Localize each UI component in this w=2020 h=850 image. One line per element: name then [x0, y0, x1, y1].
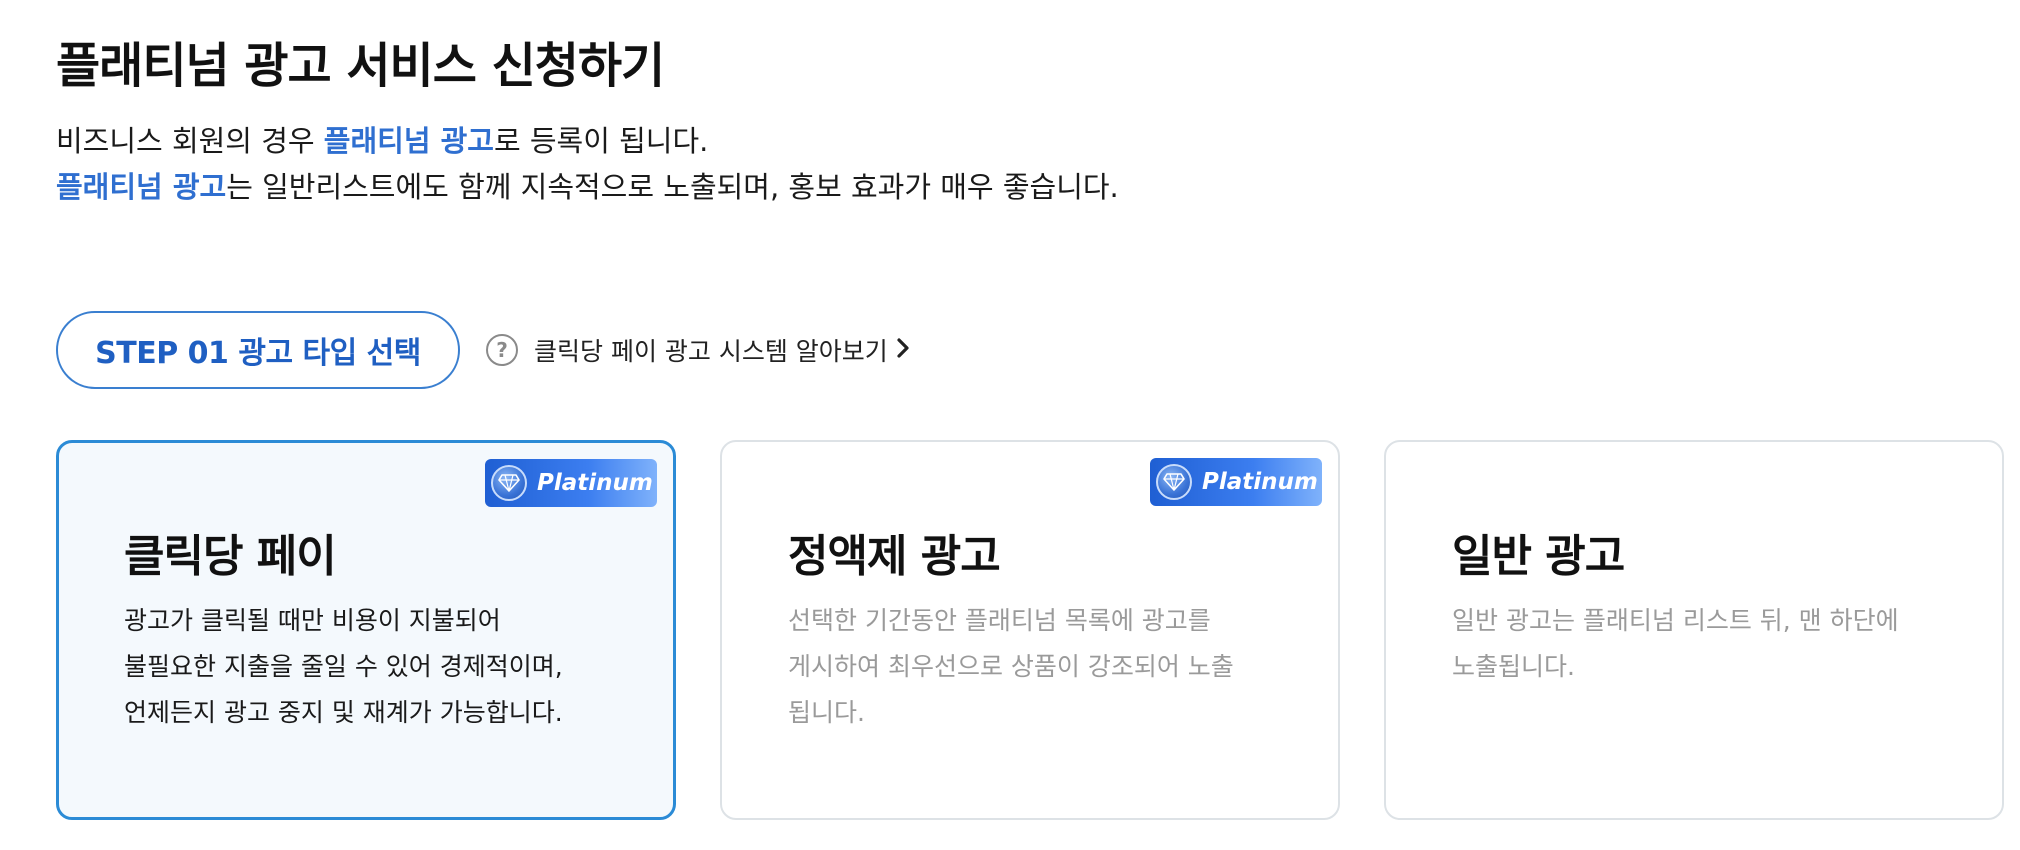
- badge-label: Platinum: [1202, 469, 1318, 495]
- card-description-line: 일반 광고는 플래티넘 리스트 뒤, 맨 하단에: [1452, 606, 1899, 635]
- card-description: 선택한 기간동안 플래티넘 목록에 광고를 게시하여 최우선으로 상품이 강조되…: [788, 598, 1308, 736]
- intro-line-1-text: 비즈니스 회원의 경우: [56, 124, 324, 158]
- card-description-line: 노출됩니다.: [1452, 652, 1575, 681]
- diamond-icon: [1156, 464, 1192, 500]
- intro-line-2-highlight: 플래티넘 광고: [56, 170, 227, 204]
- ad-type-card-cpc[interactable]: Platinum 클릭당 페이 광고가 클릭될 때만 비용이 지불되어 불필요한…: [56, 440, 676, 820]
- intro-text: 비즈니스 회원의 경우 플래티넘 광고로 등록이 됩니다. 플래티넘 광고는 일…: [56, 118, 1119, 210]
- help-link-label: 클릭당 페이 광고 시스템 알아보기: [534, 337, 888, 366]
- card-description-line: 불필요한 지출을 줄일 수 있어 경제적이며,: [124, 652, 563, 681]
- platinum-badge: Platinum: [485, 459, 657, 507]
- question-circle-icon: ?: [486, 334, 518, 366]
- card-description-line: 광고가 클릭될 때만 비용이 지불되어: [124, 606, 501, 635]
- card-title: 정액제 광고: [788, 531, 1001, 582]
- badge-label: Platinum: [537, 470, 653, 496]
- help-link[interactable]: ? 클릭당 페이 광고 시스템 알아보기: [486, 332, 910, 368]
- card-description-line: 게시하여 최우선으로 상품이 강조되어 노출: [788, 652, 1234, 681]
- card-description-line: 언제든지 광고 중지 및 재계가 가능합니다.: [124, 698, 563, 727]
- intro-line-1-tail: 로 등록이 됩니다.: [493, 124, 709, 158]
- intro-line-2: 플래티넘 광고는 일반리스트에도 함께 지속적으로 노출되며, 홍보 효과가 매…: [56, 164, 1119, 210]
- ad-type-card-flat-rate[interactable]: Platinum 정액제 광고 선택한 기간동안 플래티넘 목록에 광고를 게시…: [720, 440, 1340, 820]
- card-description: 일반 광고는 플래티넘 리스트 뒤, 맨 하단에 노출됩니다.: [1452, 598, 1972, 690]
- diamond-icon: [491, 465, 527, 501]
- card-description-line: 됩니다.: [788, 698, 865, 727]
- ad-type-card-general[interactable]: 일반 광고 일반 광고는 플래티넘 리스트 뒤, 맨 하단에 노출됩니다.: [1384, 440, 2004, 820]
- intro-line-2-tail: 는 일반리스트에도 함께 지속적으로 노출되며, 홍보 효과가 매우 좋습니다.: [226, 170, 1119, 204]
- card-title: 일반 광고: [1452, 531, 1625, 582]
- page-title: 플래티넘 광고 서비스 신청하기: [56, 38, 665, 94]
- card-description: 광고가 클릭될 때만 비용이 지불되어 불필요한 지출을 줄일 수 있어 경제적…: [124, 598, 644, 736]
- intro-line-1-highlight: 플래티넘 광고: [323, 124, 494, 158]
- chevron-right-icon: [896, 336, 910, 364]
- intro-line-1: 비즈니스 회원의 경우 플래티넘 광고로 등록이 됩니다.: [56, 118, 1119, 164]
- card-title: 클릭당 페이: [124, 531, 337, 582]
- platinum-badge: Platinum: [1150, 458, 1322, 506]
- card-description-line: 선택한 기간동안 플래티넘 목록에 광고를: [788, 606, 1211, 635]
- step-label: STEP 01 광고 타입 선택: [56, 311, 460, 389]
